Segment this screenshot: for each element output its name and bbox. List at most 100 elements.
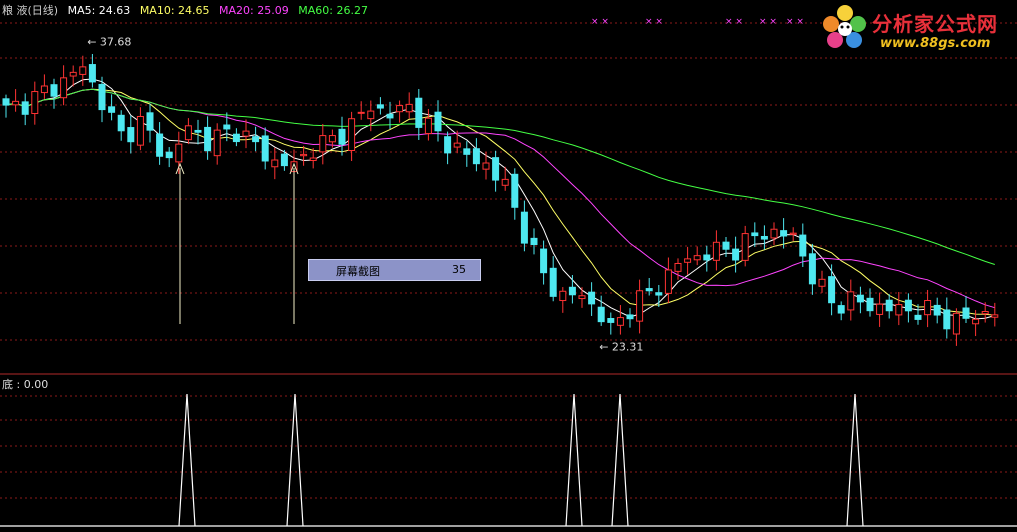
price-grid — [0, 22, 1017, 499]
candle-body — [588, 291, 596, 305]
candle-body — [261, 135, 269, 162]
candle-body — [434, 111, 442, 132]
candle-body — [405, 103, 413, 113]
candle-body — [895, 304, 903, 316]
x-mark: × × — [725, 17, 743, 27]
candle-body — [952, 312, 960, 335]
ma60-label: MA60: 26.27 — [298, 4, 368, 17]
popup-count: 35 — [452, 263, 466, 276]
candle-body — [444, 136, 452, 154]
candle-body — [837, 305, 845, 314]
candle-body — [799, 234, 807, 257]
indicator-spike — [178, 393, 196, 527]
candle-body — [568, 286, 576, 296]
candle-body — [309, 157, 317, 161]
candle-body — [98, 83, 106, 111]
candle-body — [703, 254, 711, 261]
candle-body — [184, 125, 192, 141]
candle-body — [280, 153, 288, 167]
indicator-spike — [565, 393, 583, 527]
candle-body — [40, 85, 48, 94]
candle-body — [319, 135, 327, 153]
candle-body — [12, 100, 20, 106]
candle-body — [732, 248, 740, 261]
candle-body — [808, 253, 816, 285]
ma20-label: MA20: 25.09 — [219, 4, 289, 17]
candle-body — [482, 162, 490, 170]
flower-logo-icon — [823, 5, 866, 48]
candle-body — [914, 314, 922, 320]
stock-title: 粮 液(日线) — [2, 4, 59, 17]
candle-body — [204, 126, 212, 152]
candle-body — [693, 255, 701, 261]
candle-body — [31, 91, 39, 115]
candle-body — [818, 278, 826, 287]
candle-body — [780, 230, 788, 237]
candle-body — [828, 276, 836, 304]
indicator-spike — [846, 393, 864, 527]
bottom-indicator-series — [0, 393, 1017, 527]
x-mark: × × — [645, 17, 663, 27]
popup-label: 屏幕截图 — [336, 265, 380, 278]
chart-header: 粮 液(日线) MA5: 24.63 MA10: 24.65 MA20: 25.… — [2, 2, 374, 18]
candle-body — [972, 318, 980, 325]
candle-body — [741, 233, 749, 261]
screenshot-popup[interactable]: 屏幕截图 35 — [308, 259, 481, 281]
candle-body — [991, 314, 999, 318]
x-mark: × × — [591, 17, 609, 27]
candle-body — [933, 304, 941, 316]
candle-body — [453, 142, 461, 148]
candle-body — [175, 143, 183, 163]
candle-body — [530, 237, 538, 245]
indicator-spike — [286, 393, 304, 527]
candle-body — [789, 232, 797, 235]
candle-body — [626, 314, 634, 320]
candle-body — [2, 98, 10, 106]
candle-body — [760, 235, 768, 240]
candle-body — [597, 306, 605, 323]
candle-body — [924, 300, 932, 316]
candle-body — [424, 117, 432, 134]
candle-body — [396, 105, 404, 113]
candle-body — [856, 294, 864, 303]
candle-body — [21, 101, 29, 115]
candle-body — [847, 291, 855, 311]
candle-body — [751, 232, 759, 237]
candle-body — [501, 178, 509, 186]
candle-body — [540, 248, 548, 274]
candle-body — [232, 133, 240, 143]
candle-body — [866, 297, 874, 312]
ma10-label: MA10: 24.65 — [139, 4, 210, 17]
logo-title: 分析家公式网 — [872, 12, 998, 36]
ma60-line — [5, 88, 995, 265]
candle-body — [338, 128, 346, 145]
indicator-spike — [611, 393, 629, 527]
logo-url: www.88gs.com — [880, 36, 991, 51]
candle-body — [69, 71, 77, 77]
candle-body — [981, 310, 989, 315]
candle-body — [156, 133, 164, 157]
candle-body — [127, 127, 135, 143]
candle-body — [242, 130, 250, 137]
candle-body — [722, 241, 730, 250]
candle-body — [223, 124, 231, 130]
candlestick-series — [2, 53, 999, 346]
candle-body — [616, 317, 624, 326]
signal-markers: ← 37.68 ← 23.31 × × × × × × × × × × — [87, 17, 804, 354]
candle-body — [684, 258, 692, 263]
candle-body — [50, 84, 58, 97]
candle-body — [492, 157, 500, 181]
candle-body — [376, 104, 384, 109]
stock-chart[interactable]: ← 37.68 ← 23.31 × × × × × × × × × × — [0, 0, 1017, 532]
candle-body — [271, 159, 279, 168]
candle-body — [415, 97, 423, 128]
candle-body — [559, 290, 567, 302]
candle-body — [962, 307, 970, 319]
candle-body — [943, 309, 951, 330]
candle-body — [88, 64, 96, 83]
candle-body — [300, 153, 308, 157]
candle-body — [712, 241, 720, 261]
candle-body — [876, 303, 884, 315]
x-mark: × × — [786, 17, 804, 27]
x-mark: × × — [759, 17, 777, 27]
